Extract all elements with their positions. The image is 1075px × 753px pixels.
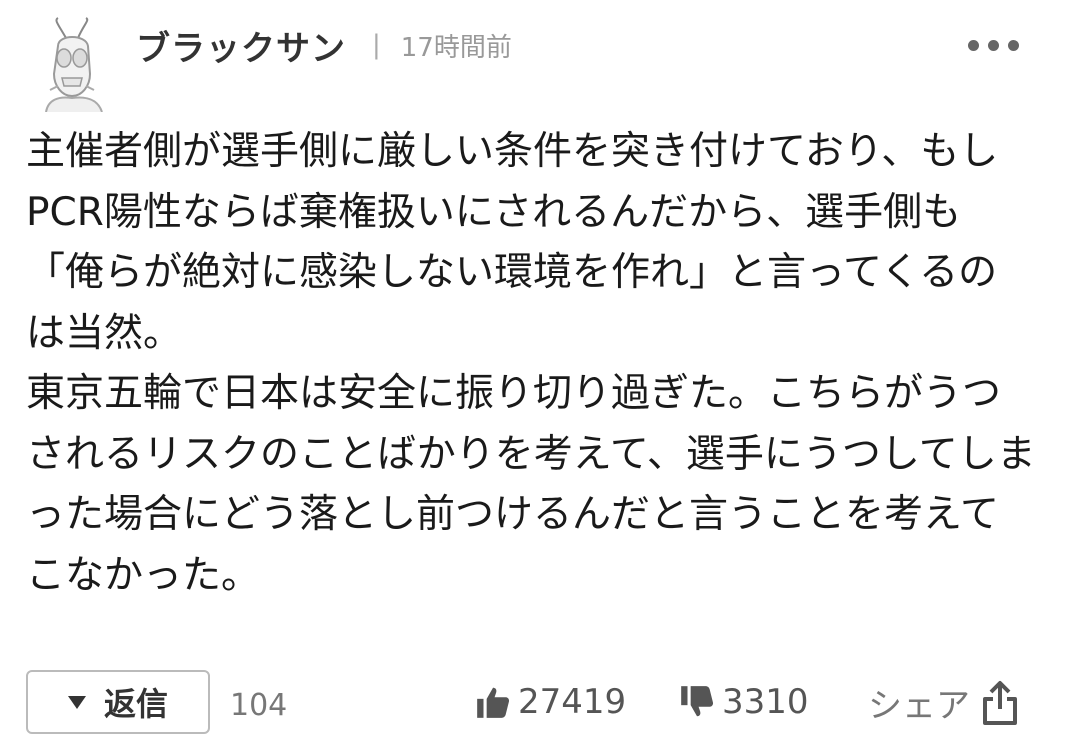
more-options-icon-dot	[1008, 40, 1019, 51]
thumbs-down-icon	[681, 686, 714, 717]
triangle-down-icon	[67, 695, 86, 709]
avatar[interactable]	[36, 16, 116, 113]
more-options-icon-dot	[988, 40, 999, 51]
reply-count: 104	[230, 688, 288, 723]
comment-paragraph: 東京五輪で日本は安全に振り切り過ぎた。こちらがうつされるリスクのことばかりを考え…	[26, 371, 1036, 598]
share-icon	[983, 680, 1017, 725]
header-separator: |	[372, 30, 381, 60]
more-options-button[interactable]	[968, 40, 1019, 51]
comment-paragraph: 主催者側が選手側に厳しい条件を突き付けており、もしPCR陽性ならば棄権扱いにされ…	[26, 129, 999, 356]
username[interactable]: ブラックサン	[136, 21, 346, 70]
comment-footer: 返信 104 27419 3310 シェア	[26, 670, 1046, 738]
dislike-button[interactable]: 3310	[678, 682, 809, 722]
like-count: 27419	[518, 682, 627, 722]
comment-card: ブラックサン | 17時間前 主催者側が選手側に厳しい条件を突き付けており、もし…	[0, 0, 1075, 753]
reply-button[interactable]: 返信	[26, 670, 210, 734]
avatar-icon	[45, 17, 103, 113]
comment-body: 主催者側が選手側に厳しい条件を突き付けており、もしPCR陽性ならば棄権扱いにされ…	[26, 122, 1036, 606]
timestamp: 17時間前	[400, 32, 512, 63]
like-button[interactable]: 27419	[474, 682, 626, 722]
thumbs-up-icon	[477, 687, 510, 718]
reply-label: 返信	[103, 685, 168, 723]
share-label: シェア	[868, 686, 970, 726]
comment-header: ブラックサン | 17時間前	[136, 20, 512, 70]
more-options-icon	[968, 40, 979, 51]
share-button[interactable]: シェア	[868, 678, 1020, 727]
dislike-count: 3310	[722, 682, 809, 722]
